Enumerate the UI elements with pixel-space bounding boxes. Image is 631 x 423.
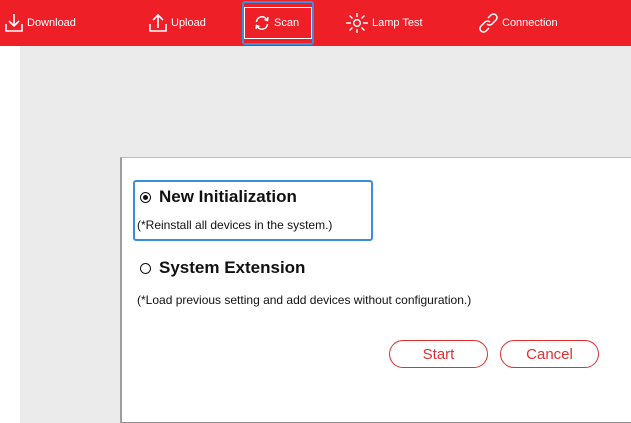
toolbar: Download Upload Scan Lamp Test Connectio… <box>0 0 631 46</box>
refresh-icon <box>253 14 271 32</box>
scan-label: Scan <box>274 17 300 29</box>
radio-system-extension[interactable] <box>140 262 151 274</box>
upload-label: Upload <box>171 17 206 29</box>
option-new-initialization-label: New Initialization <box>159 187 297 206</box>
lamp-icon <box>345 12 369 34</box>
connection-button[interactable]: Connection <box>476 0 558 46</box>
scan-button[interactable]: Scan <box>241 1 315 45</box>
option-system-extension[interactable]: System Extension <box>140 258 305 278</box>
lamp-test-button[interactable]: Lamp Test <box>345 0 423 46</box>
option-new-initialization[interactable]: New Initialization <box>140 187 297 207</box>
link-icon <box>476 11 502 35</box>
scan-button-inner: Scan <box>244 7 313 39</box>
radio-new-initialization[interactable] <box>140 191 151 203</box>
start-button[interactable]: Start <box>389 340 488 368</box>
lamp-test-label: Lamp Test <box>372 17 423 29</box>
option-system-extension-label: System Extension <box>159 258 306 277</box>
option-new-initialization-desc: (*Reinstall all devices in the system.) <box>137 218 333 232</box>
download-button[interactable]: Download <box>4 0 76 46</box>
download-icon <box>4 12 24 34</box>
download-label: Download <box>27 17 76 29</box>
connection-label: Connection <box>502 17 558 29</box>
cancel-button[interactable]: Cancel <box>500 340 599 368</box>
upload-icon <box>148 12 168 34</box>
upload-button[interactable]: Upload <box>148 0 206 46</box>
option-system-extension-desc: (*Load previous setting and add devices … <box>137 293 472 307</box>
